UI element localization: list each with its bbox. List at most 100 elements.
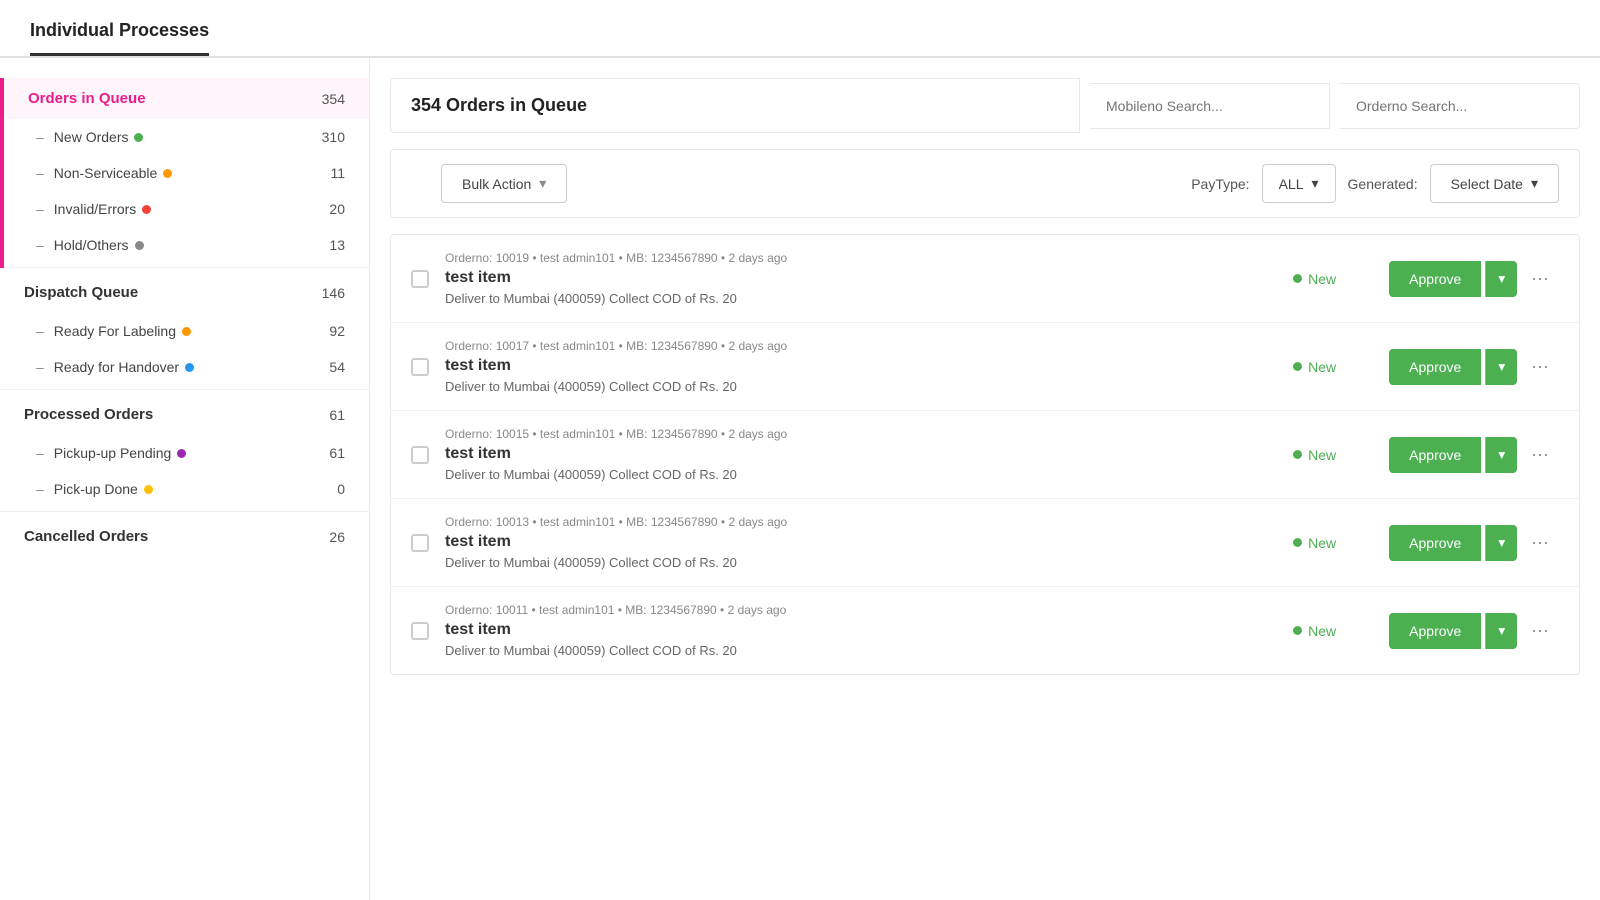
order-row: Orderno: 10019 • test admin101 • MB: 123…: [391, 235, 1579, 323]
order-actions-order1: Approve ▾ ···: [1389, 260, 1559, 297]
queue-title: 354 Orders in Queue: [390, 78, 1080, 133]
purple-dot-icon: [177, 449, 186, 458]
order-meta-order5: Orderno: 10011 • test admin101 • MB: 123…: [445, 603, 1277, 617]
approve-dropdown-order3[interactable]: ▾: [1485, 437, 1517, 473]
order-delivery-order2: Deliver to Mumbai (400059) Collect COD o…: [445, 379, 1277, 394]
orange-dot-icon: [163, 169, 172, 178]
sidebar-count-orders-in-queue: 354: [322, 91, 345, 107]
mobile-search-input[interactable]: [1090, 83, 1330, 129]
sidebar-item-ready-for-labeling[interactable]: –Ready For Labeling92: [0, 313, 369, 349]
sidebar-label-dispatch-queue: Dispatch Queue: [24, 284, 138, 301]
sidebar-sub-label-invalid-errors: –Invalid/Errors: [36, 201, 151, 217]
sidebar-item-cancelled-orders[interactable]: Cancelled Orders26: [0, 516, 369, 557]
sidebar-item-dispatch-queue[interactable]: Dispatch Queue146: [0, 272, 369, 313]
order-status-order1: New: [1293, 271, 1373, 287]
chevron-down-icon: ▾: [1312, 175, 1319, 192]
pay-type-label: PayType:: [1191, 176, 1249, 192]
pay-type-select[interactable]: ALL ▾: [1262, 164, 1336, 203]
orders-list: Orderno: 10019 • test admin101 • MB: 123…: [390, 234, 1580, 675]
approve-dropdown-order4[interactable]: ▾: [1485, 525, 1517, 561]
sidebar-item-pickup-pending[interactable]: –Pickup-up Pending61: [0, 435, 369, 471]
dash-icon: –: [36, 129, 44, 145]
sidebar-item-invalid-errors[interactable]: –Invalid/Errors 20: [0, 191, 369, 227]
order-info-order1: Orderno: 10019 • test admin101 • MB: 123…: [445, 251, 1277, 306]
order-checkbox-order4[interactable]: [411, 534, 429, 552]
sidebar-label-cancelled-orders: Cancelled Orders: [24, 528, 148, 545]
sidebar-item-ready-for-handover[interactable]: –Ready for Handover54: [0, 349, 369, 385]
page-title: Individual Processes: [30, 20, 209, 56]
more-options-button-order2[interactable]: ···: [1521, 348, 1559, 385]
order-status-order4: New: [1293, 535, 1373, 551]
sidebar-item-pick-up-done[interactable]: –Pick-up Done0: [0, 471, 369, 507]
sidebar-item-processed-orders[interactable]: Processed Orders 61: [0, 394, 369, 435]
sidebar-divider: [0, 511, 369, 512]
approve-button-order4[interactable]: Approve: [1389, 525, 1481, 561]
sidebar-sub-label-ready-for-labeling: –Ready For Labeling: [36, 323, 191, 339]
queue-header: 354 Orders in Queue: [390, 78, 1580, 133]
bulk-action-label: Bulk Action: [462, 176, 531, 192]
sidebar-count-processed-orders: 61: [329, 407, 345, 423]
order-checkbox-order2[interactable]: [411, 358, 429, 376]
order-name-order5: test item: [445, 621, 1277, 639]
order-search-input[interactable]: [1340, 83, 1580, 129]
order-meta-order4: Orderno: 10013 • test admin101 • MB: 123…: [445, 515, 1277, 529]
order-info-order3: Orderno: 10015 • test admin101 • MB: 123…: [445, 427, 1277, 482]
order-actions-order3: Approve ▾ ···: [1389, 436, 1559, 473]
approve-dropdown-order1[interactable]: ▾: [1485, 261, 1517, 297]
dash-icon: –: [36, 165, 44, 181]
more-options-button-order5[interactable]: ···: [1521, 612, 1559, 649]
chevron-down-icon: ▾: [1531, 175, 1538, 192]
sidebar-sub-label-non-serviceable: –Non-Serviceable: [36, 165, 172, 181]
order-meta-order1: Orderno: 10019 • test admin101 • MB: 123…: [445, 251, 1277, 265]
order-checkbox-order5[interactable]: [411, 622, 429, 640]
toolbar-left: Bulk Action ▾: [411, 164, 1175, 203]
dash-icon: –: [36, 237, 44, 253]
order-meta-order2: Orderno: 10017 • test admin101 • MB: 123…: [445, 339, 1277, 353]
order-checkbox-order3[interactable]: [411, 446, 429, 464]
status-label-order4: New: [1308, 535, 1336, 551]
approve-button-order1[interactable]: Approve: [1389, 261, 1481, 297]
sidebar-item-hold-others[interactable]: –Hold/Others13: [0, 227, 369, 263]
sidebar-item-new-orders[interactable]: –New Orders310: [0, 119, 369, 155]
approve-dropdown-order5[interactable]: ▾: [1485, 613, 1517, 649]
page-container: Individual Processes Orders in Queue 354 –…: [0, 0, 1600, 900]
blue-dot-icon: [185, 363, 194, 372]
sidebar-count-non-serviceable: 11: [330, 165, 345, 181]
order-delivery-order3: Deliver to Mumbai (400059) Collect COD o…: [445, 467, 1277, 482]
approve-dropdown-order2[interactable]: ▾: [1485, 349, 1517, 385]
main-layout: Orders in Queue354–New Orders310–Non-Ser…: [0, 58, 1600, 900]
approve-button-order2[interactable]: Approve: [1389, 349, 1481, 385]
order-delivery-order4: Deliver to Mumbai (400059) Collect COD o…: [445, 555, 1277, 570]
sidebar-section-orders-in-queue: Orders in Queue354–New Orders310–Non-Ser…: [0, 78, 369, 268]
select-date-button[interactable]: Select Date ▾: [1430, 164, 1559, 203]
order-checkbox-order1[interactable]: [411, 270, 429, 288]
order-row: Orderno: 10011 • test admin101 • MB: 123…: [391, 587, 1579, 674]
generated-label: Generated:: [1348, 176, 1418, 192]
sidebar-count-pickup-pending: 61: [329, 445, 345, 461]
approve-button-order3[interactable]: Approve: [1389, 437, 1481, 473]
order-info-order4: Orderno: 10013 • test admin101 • MB: 123…: [445, 515, 1277, 570]
sidebar-item-orders-in-queue[interactable]: Orders in Queue 354: [0, 78, 369, 119]
order-actions-order5: Approve ▾ ···: [1389, 612, 1559, 649]
sidebar-count-invalid-errors: 20: [329, 201, 345, 217]
more-options-button-order1[interactable]: ···: [1521, 260, 1559, 297]
status-dot-icon: [1293, 274, 1302, 283]
order-row: Orderno: 10017 • test admin101 • MB: 123…: [391, 323, 1579, 411]
sidebar-item-non-serviceable[interactable]: –Non-Serviceable 11: [0, 155, 369, 191]
dash-icon: –: [36, 201, 44, 217]
status-dot-icon: [1293, 626, 1302, 635]
bulk-action-button[interactable]: Bulk Action ▾: [441, 164, 567, 203]
sidebar-label-orders-in-queue: Orders in Queue: [28, 90, 146, 107]
status-label-order1: New: [1308, 271, 1336, 287]
status-label-order2: New: [1308, 359, 1336, 375]
page-header: Individual Processes: [0, 0, 1600, 58]
order-delivery-order1: Deliver to Mumbai (400059) Collect COD o…: [445, 291, 1277, 306]
more-options-button-order3[interactable]: ···: [1521, 436, 1559, 473]
approve-button-order5[interactable]: Approve: [1389, 613, 1481, 649]
green-dot-icon: [134, 133, 143, 142]
more-options-button-order4[interactable]: ···: [1521, 524, 1559, 561]
status-label-order3: New: [1308, 447, 1336, 463]
order-status-order3: New: [1293, 447, 1373, 463]
toolbar-right: PayType: ALL ▾ Generated: Select Date ▾: [1191, 164, 1559, 203]
sidebar-label-processed-orders: Processed Orders: [24, 406, 153, 423]
